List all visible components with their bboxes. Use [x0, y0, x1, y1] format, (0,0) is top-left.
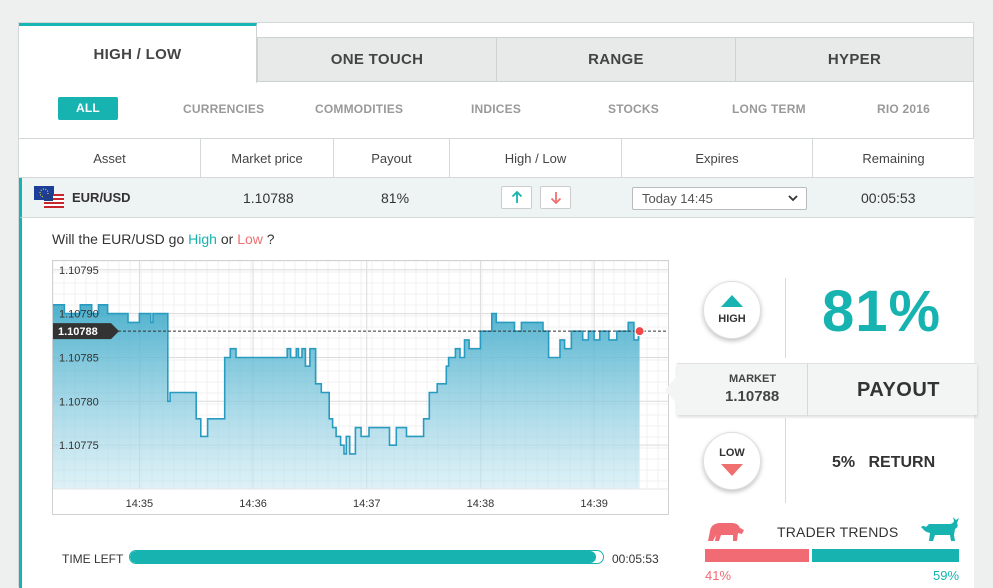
tab-range[interactable]: RANGE [496, 37, 736, 82]
x-tick-label: 14:35 [126, 498, 154, 510]
chevron-down-icon [787, 191, 799, 208]
filter-stocks[interactable]: STOCKS [608, 102, 659, 116]
current-price-label: 1.10788 [58, 326, 98, 338]
y-tick-label: 1.10790 [59, 309, 99, 321]
return-info: 5% RETURN [832, 454, 935, 472]
triangle-up-icon [721, 295, 743, 307]
table-row[interactable]: EUR/USD 1.10788 81% Today 14:45 00:05:53 [19, 178, 974, 218]
x-tick-label: 14:39 [580, 498, 608, 510]
trade-panel: Will the EUR/USD go High or Low ? 14:35 1… [19, 218, 977, 588]
bear-icon [708, 523, 744, 541]
price-chart-svg: 14:35 14:36 14:37 14:38 14:39 1.10795 1.10790 1… [52, 260, 668, 510]
column-high-low: High / Low [450, 139, 622, 177]
trade-question: Will the EUR/USD go High or Low ? [52, 231, 275, 247]
expires-select[interactable]: Today 14:45 [632, 187, 807, 210]
time-left-value: 00:05:53 [612, 552, 659, 566]
filter-all[interactable]: ALL [58, 97, 118, 120]
x-tick-label: 14:36 [239, 498, 267, 510]
x-tick-label: 14:37 [353, 498, 381, 510]
y-tick-label: 1.10785 [59, 352, 99, 364]
filter-currencies[interactable]: CURRENCIES [183, 102, 264, 116]
y-tick-label: 1.10795 [59, 265, 99, 277]
question-suffix: ? [262, 231, 275, 247]
filter-rio-2016[interactable]: RIO 2016 [877, 102, 930, 116]
question-high: High [188, 231, 217, 247]
tab-high-low[interactable]: HIGH / LOW [19, 23, 257, 83]
filter-long-term[interactable]: LONG TERM [732, 102, 806, 116]
market-value: 1.10788 [725, 388, 780, 405]
trading-panel: HIGH / LOW ONE TOUCH RANGE HYPER ALL CUR… [18, 22, 977, 588]
up-arrow-button[interactable] [501, 186, 532, 209]
payout-value: 81% [381, 189, 410, 206]
divider [785, 418, 786, 503]
question-middle: or [216, 231, 238, 247]
price-chart: 14:35 14:36 14:37 14:38 14:39 1.10795 1.10790 1… [52, 260, 669, 515]
return-label: RETURN [868, 454, 936, 471]
series-area [53, 304, 640, 489]
current-point-marker [634, 326, 645, 337]
arrow-down-icon [550, 192, 561, 204]
bull-icon [921, 517, 959, 541]
divider [807, 364, 808, 416]
eur-usd-flag-icon [34, 186, 64, 208]
column-asset: Asset [19, 139, 201, 177]
return-percent: 5% [832, 454, 856, 471]
trend-high-percent: 59% [933, 568, 960, 583]
column-market-price: Market price [201, 139, 334, 177]
column-expires: Expires [622, 139, 813, 177]
expires-value: Today 14:45 [642, 191, 713, 206]
arrow-up-icon [511, 191, 522, 203]
trader-trends-label: TRADER TRENDS [777, 524, 899, 540]
x-tick-label: 14:38 [467, 498, 495, 510]
question-low: Low [237, 231, 263, 247]
y-tick-label: 1.10780 [59, 396, 99, 408]
tab-one-touch[interactable]: ONE TOUCH [257, 37, 497, 82]
low-button-label: LOW [719, 446, 745, 459]
payout-box: MARKET 1.10788 PAYOUT [665, 363, 977, 416]
payout-percent: 81% [822, 279, 942, 344]
remaining-value: 00:05:53 [861, 189, 916, 206]
market-price-value: 1.10788 [243, 189, 294, 206]
time-left-label: TIME LEFT [62, 552, 124, 566]
divider [785, 278, 786, 358]
trend-low-bar [705, 549, 809, 562]
high-button[interactable]: HIGH [703, 281, 761, 339]
payout-label: PAYOUT [857, 379, 941, 401]
question-prefix: Will the EUR/USD go [52, 231, 189, 247]
filter-commodities[interactable]: COMMODITIES [315, 102, 403, 116]
time-left-bar [129, 550, 604, 564]
column-remaining: Remaining [862, 150, 925, 166]
trend-low-percent: 41% [705, 568, 732, 583]
triangle-down-icon [721, 463, 743, 476]
table-header: Asset Market price Payout High / Low Exp… [19, 138, 974, 178]
y-tick-label: 1.10775 [59, 440, 99, 452]
column-payout: Payout [334, 139, 450, 177]
high-button-label: HIGH [718, 313, 746, 325]
down-arrow-button[interactable] [540, 186, 571, 209]
filter-indices[interactable]: INDICES [471, 102, 521, 116]
trend-high-bar [812, 549, 959, 562]
low-button[interactable]: LOW [703, 432, 761, 490]
time-left-fill [130, 551, 596, 563]
tab-hyper[interactable]: HYPER [735, 37, 974, 82]
payout-notch [665, 376, 677, 404]
market-label: MARKET [729, 373, 777, 385]
asset-name: EUR/USD [72, 190, 131, 205]
